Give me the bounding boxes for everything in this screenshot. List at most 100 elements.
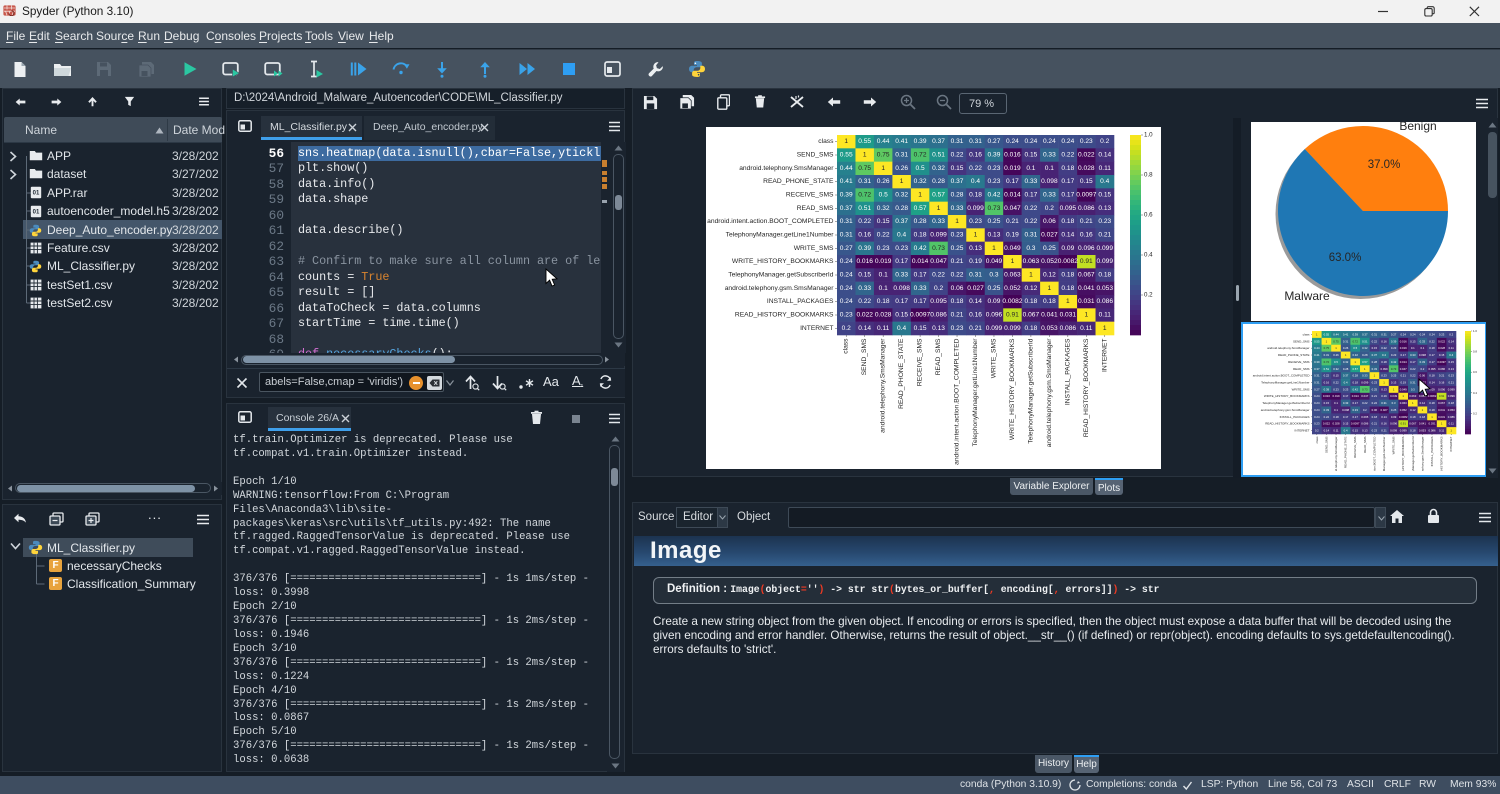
svg-text:0.15: 0.15	[1352, 429, 1358, 433]
svg-text:0.13: 0.13	[1448, 367, 1454, 371]
svg-text:0.31: 0.31	[1372, 332, 1378, 336]
svg-text:0.031: 0.031	[1060, 312, 1077, 319]
svg-text:0.18: 0.18	[1061, 165, 1074, 172]
svg-text:0.28: 0.28	[1343, 367, 1349, 371]
svg-text:0.086: 0.086	[1448, 415, 1455, 419]
svg-text:WRITE_HISTORY_BOOKMARKS: WRITE_HISTORY_BOOKMARKS	[1009, 338, 1016, 440]
svg-text:0.22: 0.22	[1024, 205, 1037, 212]
svg-text:0.18: 0.18	[1429, 401, 1435, 405]
svg-text:0.047: 0.047	[930, 258, 947, 265]
svg-text:android.intent.action.BOOT_COM: android.intent.action.BOOT_COMPLETED	[1253, 374, 1311, 378]
svg-text:0.15: 0.15	[858, 272, 871, 279]
svg-text:0.37: 0.37	[951, 178, 964, 185]
svg-text:0.25: 0.25	[1391, 408, 1397, 412]
svg-text:0.75: 0.75	[1324, 346, 1330, 350]
svg-text:0.031: 0.031	[1078, 298, 1095, 305]
svg-text:0.21: 0.21	[1372, 394, 1378, 398]
svg-text:0.31: 0.31	[1381, 401, 1387, 405]
svg-text:TelephonyManager.getLine1Numbe: TelephonyManager.getLine1Number	[1261, 381, 1309, 385]
svg-text:0.17: 0.17	[1006, 178, 1019, 185]
svg-text:0.37: 0.37	[1314, 367, 1320, 371]
svg-text:0.33: 0.33	[951, 205, 964, 212]
svg-text:0.22: 0.22	[877, 232, 890, 239]
svg-text:0.099: 0.099	[1448, 394, 1455, 398]
svg-text:0.052: 0.052	[1004, 285, 1021, 292]
svg-text:0.23: 0.23	[1439, 332, 1445, 336]
svg-text:0.053: 0.053	[1097, 285, 1114, 292]
svg-text:0.049: 0.049	[1390, 394, 1397, 398]
svg-text:0.2: 0.2	[1449, 332, 1453, 336]
svg-text:0.37: 0.37	[895, 218, 908, 225]
svg-text:READ_PHONE_STATE: READ_PHONE_STATE	[763, 178, 834, 185]
svg-text:0.42: 0.42	[988, 192, 1001, 199]
svg-text:0.014: 0.014	[1352, 394, 1359, 398]
svg-text:0.15: 0.15	[1439, 353, 1445, 357]
svg-text:0.15: 0.15	[1372, 346, 1378, 350]
svg-text:0.18: 0.18	[877, 298, 890, 305]
svg-text:0.32: 0.32	[895, 192, 908, 199]
svg-text:0.14: 0.14	[1381, 415, 1387, 419]
svg-text:0.1: 0.1	[879, 272, 888, 279]
svg-text:0.2: 0.2	[1420, 367, 1424, 371]
svg-text:0.21: 0.21	[1400, 374, 1406, 378]
svg-text:0.0082: 0.0082	[1002, 298, 1023, 305]
svg-text:0.067: 0.067	[1438, 401, 1445, 405]
svg-text:0.22: 0.22	[951, 272, 964, 279]
svg-text:0.8: 0.8	[1144, 172, 1153, 179]
svg-text:0.052: 0.052	[1400, 408, 1407, 412]
svg-text:0.57: 0.57	[1362, 360, 1368, 364]
svg-text:0.42: 0.42	[1391, 360, 1397, 364]
svg-text:0.12: 0.12	[1043, 272, 1056, 279]
svg-text:SEND_SMS: SEND_SMS	[1324, 437, 1328, 454]
svg-text:0.095: 0.095	[1361, 415, 1368, 419]
svg-text:0.12: 0.12	[1410, 408, 1416, 412]
svg-text:0.41: 0.41	[1343, 332, 1349, 336]
svg-text:0.22: 0.22	[1324, 415, 1330, 419]
svg-text:0.031: 0.031	[1438, 415, 1445, 419]
svg-text:0.42: 0.42	[914, 245, 927, 252]
svg-text:READ_PHONE_STATE: READ_PHONE_STATE	[1278, 353, 1310, 357]
svg-text:0.31: 0.31	[951, 138, 964, 145]
svg-text:0.086: 0.086	[1078, 205, 1095, 212]
svg-text:0.23: 0.23	[988, 178, 1001, 185]
svg-text:0.24: 0.24	[1314, 394, 1320, 398]
svg-text:0.0082: 0.0082	[1399, 415, 1408, 419]
svg-text:0.21: 0.21	[969, 325, 982, 332]
svg-text:0.23: 0.23	[1391, 346, 1397, 350]
svg-text:0.12: 0.12	[1024, 285, 1037, 292]
svg-text:0.099: 0.099	[1448, 387, 1455, 391]
svg-text:0.51: 0.51	[1324, 367, 1330, 371]
svg-text:0.24: 0.24	[1314, 401, 1320, 405]
svg-text:0.75: 0.75	[858, 165, 871, 172]
svg-text:0.27: 0.27	[988, 138, 1001, 145]
svg-text:0.21: 0.21	[1006, 218, 1019, 225]
svg-text:0.23: 0.23	[1381, 374, 1387, 378]
svg-text:0.2: 0.2	[1144, 292, 1153, 299]
svg-text:0.18: 0.18	[1448, 401, 1454, 405]
svg-text:0.31: 0.31	[1314, 381, 1320, 385]
svg-text:0.053: 0.053	[1448, 408, 1455, 412]
svg-text:0.2: 0.2	[1100, 138, 1109, 145]
svg-text:0.37: 0.37	[1372, 353, 1378, 357]
svg-text:0.067: 0.067	[1078, 272, 1095, 279]
svg-text:1: 1	[955, 218, 959, 225]
svg-text:INTERNET: INTERNET	[1295, 429, 1310, 433]
svg-text:0.27: 0.27	[1391, 332, 1397, 336]
svg-text:android.intent.action.BOOT_COM: android.intent.action.BOOT_COMPLETED	[707, 218, 834, 225]
svg-text:0.18: 0.18	[951, 298, 964, 305]
svg-text:0.24: 0.24	[1314, 415, 1320, 419]
svg-text:0.18: 0.18	[1098, 272, 1111, 279]
svg-text:0.17: 0.17	[1343, 394, 1349, 398]
svg-text:0.17: 0.17	[895, 298, 908, 305]
svg-text:android.telephony.gsm.SmsManag: android.telephony.gsm.SmsManager	[1261, 408, 1310, 412]
svg-text:INSTALL_PACKAGES: INSTALL_PACKAGES	[1430, 437, 1434, 467]
svg-text:0.15: 0.15	[1024, 152, 1037, 159]
svg-text:WRITE_SMS: WRITE_SMS	[990, 338, 997, 378]
svg-text:0.22: 0.22	[1324, 374, 1330, 378]
svg-text:1: 1	[881, 165, 885, 172]
svg-text:0.75: 0.75	[877, 152, 890, 159]
svg-text:WRITE_SMS: WRITE_SMS	[1392, 437, 1396, 455]
svg-text:0.55: 0.55	[1314, 339, 1320, 343]
svg-text:0.11: 0.11	[1333, 429, 1339, 433]
svg-text:0.014: 0.014	[912, 258, 929, 265]
